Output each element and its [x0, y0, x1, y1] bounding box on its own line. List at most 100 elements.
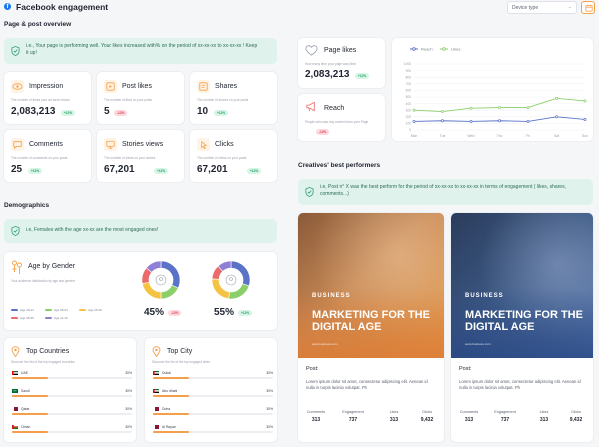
uae-flag-icon: [153, 371, 159, 375]
country-name: Qatar: [21, 407, 30, 411]
country-bar-fill: [12, 413, 48, 415]
country-name: Oman: [21, 425, 31, 429]
stat-label: Comments: [459, 410, 479, 414]
stat-value: 737: [348, 417, 358, 423]
kpi-card-shares: Shares The number of shares on your post…: [190, 72, 277, 124]
megaphone-icon: [306, 101, 315, 112]
data-point: [469, 106, 473, 110]
monitor-icon: [104, 138, 117, 151]
data-point: [412, 119, 416, 123]
legend-label: Reach: [421, 47, 433, 52]
city-row: Doha 30%: [153, 407, 273, 420]
stat-value: 313: [311, 417, 321, 423]
kpi-trend-badge: -12%: [114, 110, 128, 116]
uae-flag-icon: [153, 389, 159, 393]
creative-post-card[interactable]: BUSINESS MARKETING FOR THE DIGITAL AGE w…: [451, 213, 593, 442]
country-bar: [12, 413, 132, 415]
kpi-subtitle: The number of likes on your posts: [104, 98, 153, 102]
stat-label: Clicks: [421, 410, 433, 414]
city-row: Abu dhabi 30%: [153, 389, 273, 402]
female-avatar-icon: [155, 274, 167, 286]
legend-item: Age 65-55: [11, 316, 34, 320]
legend-marker: [442, 47, 446, 51]
kpi-card-stories-views: Stories views The number of views on you…: [97, 130, 184, 182]
overview-alert: i.e., Your page is performing well. Your…: [4, 38, 277, 64]
shield-check-icon: [11, 46, 20, 56]
page-title: Facebook engagement: [16, 2, 109, 12]
y-tick-label: 0: [409, 128, 411, 132]
location-pin-icon: [11, 346, 20, 357]
cursor-click-icon: [197, 138, 210, 151]
legend-item: Age 18-24: [11, 308, 34, 312]
kpi-value: 67,201: [104, 164, 135, 175]
data-point: [555, 96, 558, 100]
legend-item: Age 25-29: [79, 308, 102, 312]
post-image: BUSINESS MARKETING FOR THE DIGITAL AGE w…: [298, 213, 444, 358]
calendar-button[interactable]: [581, 1, 595, 14]
line-chart-svg: Reach Likes100090080070060050040030020010…: [404, 47, 588, 139]
post-text: Lorem ipsum dolor sit amet, consectetur …: [459, 379, 581, 390]
donut-slice: [141, 281, 162, 300]
city-name: Al Rayan: [162, 425, 176, 429]
page-likes-value: 2,083,213: [305, 69, 350, 80]
country-percent: 30%: [125, 425, 132, 429]
country-row: UAE 30%: [12, 371, 132, 384]
female-trend-badge: -12%: [168, 310, 182, 316]
x-tick-label: Thu: [497, 134, 503, 138]
kpi-subtitle: The number of shares on your posts: [197, 98, 249, 102]
qatar-flag-icon: [12, 407, 18, 411]
stat-value: 9,432: [569, 417, 583, 423]
age-gender-subtitle: Your audience distribution by age and ge…: [11, 279, 76, 283]
legend-swatch: [11, 317, 18, 320]
country-bar-fill: [12, 377, 48, 379]
kpi-title: Stories views: [122, 141, 164, 148]
country-bar: [12, 377, 132, 379]
gender-icon: [12, 260, 22, 274]
post-headline: MARKETING FOR THE DIGITAL AGE: [465, 309, 583, 333]
top-countries-card: Top Countries Discover the list of the t…: [4, 338, 136, 442]
x-tick-label: Fri: [526, 134, 530, 138]
female-percentage: 45%: [144, 307, 165, 318]
data-point: [526, 119, 530, 123]
kpi-title: Comments: [29, 141, 63, 148]
reach-likes-chart: Reach Likes 1000 900 800 700 600 500 400 300 200 10…: [392, 38, 593, 141]
overview-section-title: Page & post overview: [4, 21, 72, 28]
city-bar-fill: [153, 413, 189, 415]
city-bar-fill: [153, 431, 189, 433]
post-stat-likes: Likes 313: [379, 410, 409, 423]
qatar-flag-icon: [153, 425, 159, 429]
data-point: [498, 119, 501, 123]
legend-marker: [412, 47, 416, 51]
creative-post-card[interactable]: BUSINESS MARKETING FOR THE DIGITAL AGE w…: [298, 213, 444, 442]
post-label: Post:: [459, 366, 472, 372]
y-tick-label: 900: [406, 69, 412, 73]
data-point: [412, 108, 416, 112]
post-stat-clicks: Clicks 9,432: [561, 410, 591, 423]
creatives-section-title: Creatives' best performers: [298, 162, 381, 169]
donut-slice: [228, 283, 250, 300]
kpi-value: 10: [197, 106, 209, 117]
city-bar-fill: [153, 395, 189, 397]
male-percentage: 55%: [214, 307, 235, 318]
x-tick-label: Sun: [582, 134, 588, 138]
data-point: [498, 106, 501, 110]
kpi-title: Clicks: [215, 141, 234, 148]
device-type-label: Device type: [512, 5, 539, 11]
country-row: Oman 30%: [12, 425, 132, 438]
country-row: Qatar 30%: [12, 407, 132, 420]
kpi-trend-badge: +12%: [154, 168, 169, 174]
male-avatar-icon: [225, 274, 237, 286]
city-bar-fill: [153, 377, 189, 379]
country-percent: 30%: [125, 371, 132, 375]
calendar-icon: [584, 4, 593, 12]
legend-swatch: [79, 309, 86, 312]
legend-swatch: [45, 317, 52, 320]
legend-label: Age 55-64: [54, 308, 68, 312]
kpi-title: Shares: [215, 83, 238, 90]
device-type-select[interactable]: Device type ⌄: [507, 1, 577, 14]
post-url: www.business.com: [312, 342, 338, 346]
female-donut-chart: [141, 260, 181, 300]
qatar-flag-icon: [153, 407, 159, 411]
city-row: Dubai 30%: [153, 371, 273, 384]
post-label: Post:: [306, 366, 319, 372]
